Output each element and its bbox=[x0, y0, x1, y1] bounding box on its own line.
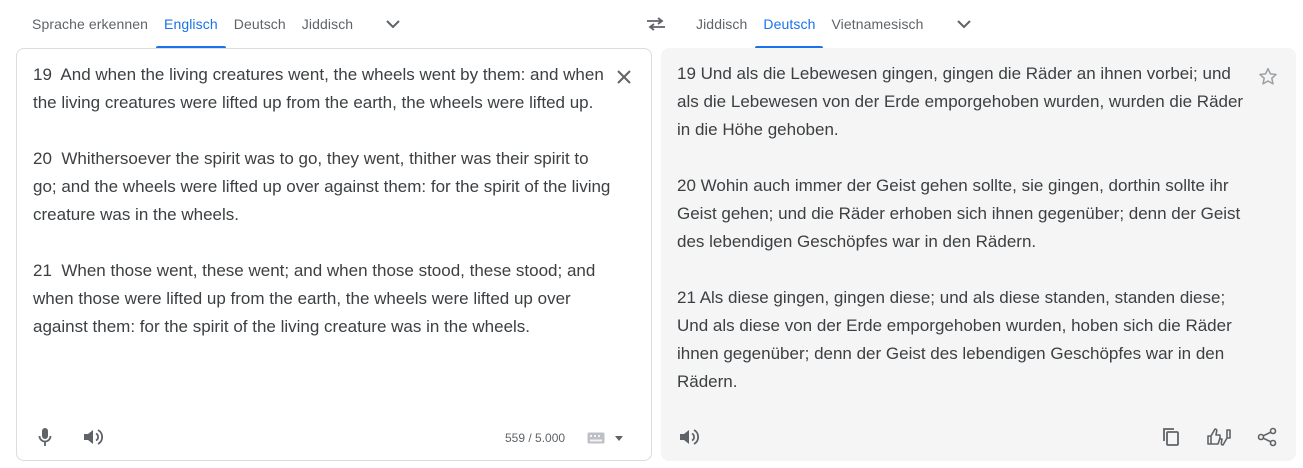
tab-target-vietnamese[interactable]: Vietnamesisch bbox=[823, 0, 931, 48]
voice-input-button[interactable] bbox=[29, 421, 61, 453]
save-translation-button[interactable] bbox=[1252, 60, 1284, 92]
star-icon bbox=[1259, 67, 1277, 85]
listen-translation-button[interactable] bbox=[673, 421, 705, 453]
thumbs-feedback-icon bbox=[1207, 428, 1231, 446]
tab-target-yiddish[interactable]: Jiddisch bbox=[684, 0, 755, 48]
clear-source-button[interactable] bbox=[608, 61, 640, 93]
tab-source-german[interactable]: Deutsch bbox=[226, 0, 294, 48]
rate-translation-button[interactable] bbox=[1203, 421, 1235, 453]
swap-languages-button[interactable] bbox=[640, 8, 672, 40]
microphone-icon bbox=[38, 428, 52, 446]
speaker-icon bbox=[680, 429, 699, 445]
more-target-languages-button[interactable] bbox=[940, 0, 988, 48]
source-text-input[interactable]: 19 And when the living creatures went, t… bbox=[33, 61, 613, 341]
speaker-icon bbox=[84, 429, 103, 445]
character-counter: 559 / 5.000 bbox=[505, 431, 566, 445]
chevron-down-icon bbox=[956, 19, 971, 28]
input-tools-button[interactable] bbox=[587, 432, 623, 444]
source-language-tabs: Sprache erkennen Englisch Deutsch Jiddis… bbox=[20, 0, 417, 48]
tab-target-german[interactable]: Deutsch bbox=[755, 0, 824, 48]
source-text-panel: 19 And when the living creatures went, t… bbox=[16, 48, 652, 461]
copy-icon bbox=[1163, 428, 1179, 446]
swap-languages-icon bbox=[647, 17, 665, 31]
translation-panel: 19 Und als die Lebewesen gingen, gingen … bbox=[661, 48, 1296, 461]
listen-source-button[interactable] bbox=[77, 421, 109, 453]
share-translation-button[interactable] bbox=[1251, 421, 1283, 453]
tab-source-english[interactable]: Englisch bbox=[156, 0, 226, 48]
translation-text: 19 Und als die Lebewesen gingen, gingen … bbox=[677, 64, 1244, 391]
more-source-languages-button[interactable] bbox=[369, 0, 417, 48]
share-icon bbox=[1257, 427, 1277, 447]
close-icon bbox=[617, 70, 631, 84]
copy-translation-button[interactable] bbox=[1155, 421, 1187, 453]
keyboard-icon bbox=[587, 432, 605, 444]
chevron-down-icon bbox=[386, 19, 400, 28]
tab-detect-language[interactable]: Sprache erkennen bbox=[20, 0, 156, 48]
caret-down-icon bbox=[615, 435, 623, 441]
tab-source-yiddish[interactable]: Jiddisch bbox=[294, 0, 361, 48]
target-language-tabs: Jiddisch Deutsch Vietnamesisch bbox=[684, 0, 988, 48]
